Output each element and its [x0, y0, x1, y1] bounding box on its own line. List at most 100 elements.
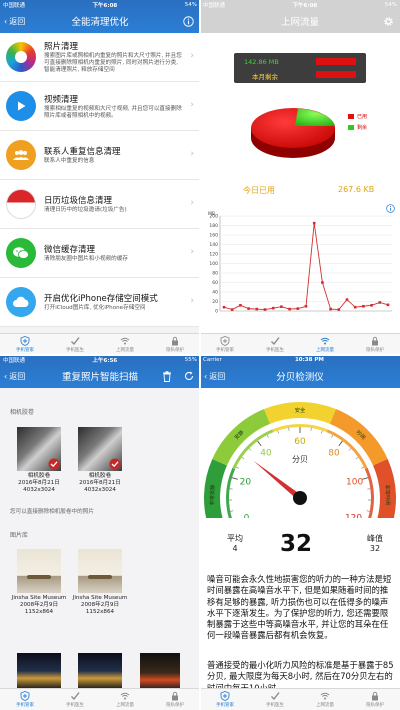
- tab-privacy[interactable]: 隐私保护: [150, 689, 200, 710]
- photo-name: 相机胶卷: [27, 473, 51, 479]
- tab-phone-manager[interactable]: 手机管家: [0, 334, 50, 355]
- gauge-number: 100: [346, 478, 363, 488]
- gauge-tick: [366, 510, 370, 512]
- list-item-video-cleanup[interactable]: 视频清理 搜索相似重复的视频和大尺寸视频, 并且您可以直接删除照片库或者照相机中…: [0, 82, 200, 131]
- wifi-icon: [320, 692, 330, 700]
- row-title: 视频清理: [44, 94, 79, 105]
- tab-phone-manager[interactable]: 手机管家: [0, 689, 50, 710]
- tab-data-usage[interactable]: 上网流量: [300, 334, 350, 355]
- gauge-tick: [231, 477, 238, 480]
- status-bar: Carrier 10:38 PM: [200, 355, 400, 364]
- data-point: [271, 306, 275, 310]
- y-tick-label: 160: [209, 233, 218, 239]
- photo-thumbnail[interactable]: [17, 427, 61, 471]
- trash-icon[interactable]: [162, 370, 172, 382]
- data-point: [312, 221, 316, 225]
- gauge-number: 60: [294, 437, 306, 447]
- tab-phone-doctor[interactable]: 手机医生: [250, 689, 300, 710]
- today-value: 267.6 KB: [338, 185, 375, 194]
- shield-icon: [20, 336, 30, 346]
- photo-name: 相机胶卷: [88, 473, 112, 479]
- row-title: 开启优化iPhone存储空间模式: [44, 294, 158, 304]
- photo-thumbnail[interactable]: [78, 549, 122, 593]
- wechat-icon: [6, 238, 36, 268]
- tab-data-usage[interactable]: 上网流量: [100, 334, 150, 355]
- decibel-gauge: 非常安静安静安全吵闹非常吵闹020406080100120分贝: [204, 402, 396, 518]
- tab-phone-manager[interactable]: 手机管家: [200, 334, 250, 355]
- play-icon: [6, 91, 36, 121]
- checkmark-badge-icon[interactable]: [109, 458, 121, 470]
- gauge-number: 20: [240, 478, 252, 488]
- photo-thumbnail[interactable]: [78, 427, 122, 471]
- data-point: [378, 301, 382, 304]
- status-bar: 中国联通 下午6:08 54%: [0, 0, 200, 9]
- back-button[interactable]: ‹ 返回: [4, 9, 25, 33]
- checkmark-badge-icon[interactable]: [48, 458, 60, 470]
- used-label-bar: [316, 71, 356, 78]
- list-item-icloud-optimize[interactable]: 开启优化iPhone存储空间模式 打开iCloud图片库, 优化iPhone存储…: [0, 278, 200, 327]
- legend-used: 已用: [357, 114, 368, 120]
- gauge-tick: [235, 466, 239, 469]
- row-title: 日历垃圾信息清理: [44, 196, 113, 206]
- tab-data-usage[interactable]: 上网流量: [300, 689, 350, 710]
- data-point: [239, 304, 242, 307]
- check-icon: [271, 692, 280, 701]
- back-label: 返回: [9, 371, 26, 381]
- row-desc: 清除朋友圈中图片和小视频的缓存: [44, 256, 128, 262]
- photo-icon: [6, 42, 36, 72]
- tab-phone-doctor[interactable]: 手机医生: [250, 334, 300, 355]
- data-point: [222, 305, 226, 309]
- check-icon: [71, 692, 80, 701]
- legend-remaining: 剩余: [357, 125, 368, 131]
- photo-thumbnail[interactable]: [17, 653, 61, 689]
- back-button[interactable]: ‹ 返回: [4, 364, 25, 388]
- row-title: 联系人重复信息清理: [44, 147, 121, 157]
- legend-swatch-remaining: [348, 125, 354, 130]
- chevron-right-icon: ›: [190, 149, 194, 159]
- photo-size: 4032x3024: [23, 487, 55, 493]
- back-button[interactable]: ‹ 返回: [204, 364, 225, 388]
- list-item-contacts-cleanup[interactable]: 联系人重复信息清理 联系人中重复的信息 ›: [0, 131, 200, 180]
- refresh-icon[interactable]: [184, 371, 194, 381]
- tab-privacy[interactable]: 隐私保护: [350, 689, 400, 710]
- chevron-right-icon: ›: [190, 51, 194, 61]
- chevron-right-icon: ›: [190, 100, 194, 110]
- tab-phone-manager[interactable]: 手机管家: [200, 689, 250, 710]
- list-item-calendar-cleanup[interactable]: 日历垃圾信息清理 清理日历中的垃圾邀请(垃圾广告) ›: [0, 180, 200, 229]
- delete-hint: 您可以直接删除相机胶卷中的照片: [10, 509, 94, 515]
- shield-icon: [20, 691, 30, 701]
- data-point: [329, 307, 332, 311]
- tab-privacy[interactable]: 隐私保护: [150, 334, 200, 355]
- usage-pie-chart: [251, 108, 335, 158]
- page-title: 重复照片智能扫描: [61, 372, 138, 383]
- y-tick-label: 20: [212, 299, 218, 305]
- info-button[interactable]: [183, 9, 194, 33]
- settings-button[interactable]: [383, 9, 394, 33]
- data-point: [304, 304, 308, 308]
- list-item-photo-cleanup[interactable]: 照片清理 搜索图片库或照相机内重复的照片和大尺寸照片, 并且您可直接删除照相机内…: [0, 33, 200, 82]
- list-item-wechat-cleanup[interactable]: 微信缓存清理 清除朋友圈中图片和小视频的缓存 ›: [0, 229, 200, 278]
- row-desc: 搜索图片库或照相机内重复的照片和大尺寸照片, 并且您可直接删除照相机内重复的照片…: [44, 53, 182, 73]
- photo-thumbnail[interactable]: [78, 653, 122, 689]
- y-tick-label: 120: [209, 252, 218, 258]
- row-desc: 搜索相似重复的视频和大尺寸视频, 并且您可以直接删除照片库或者照相机中的视频。: [44, 105, 182, 119]
- gauge-unit-label: 分贝: [292, 455, 308, 464]
- tab-phone-doctor[interactable]: 手机医生: [50, 689, 100, 710]
- y-tick-label: 200: [209, 214, 218, 220]
- current-decibel: 32: [280, 531, 313, 557]
- tab-label: 手机医生: [266, 703, 284, 708]
- peak-value: 32: [369, 544, 381, 553]
- tab-data-usage[interactable]: 上网流量: [100, 689, 150, 710]
- data-point: [230, 308, 234, 311]
- tab-phone-doctor[interactable]: 手机医生: [50, 334, 100, 355]
- photo-thumbnail[interactable]: [140, 653, 180, 689]
- photo-thumbnail[interactable]: [17, 549, 61, 593]
- tab-privacy[interactable]: 隐私保护: [350, 334, 400, 355]
- section-photo-library: 图片库: [10, 532, 29, 539]
- remaining-label: 本月剩余: [252, 73, 278, 81]
- tab-label: 隐私保护: [166, 348, 184, 353]
- nav-bar: 上网流量: [200, 9, 400, 33]
- check-icon: [71, 337, 80, 346]
- chevron-right-icon: ›: [190, 296, 194, 306]
- page-title: 上网流量: [280, 17, 319, 28]
